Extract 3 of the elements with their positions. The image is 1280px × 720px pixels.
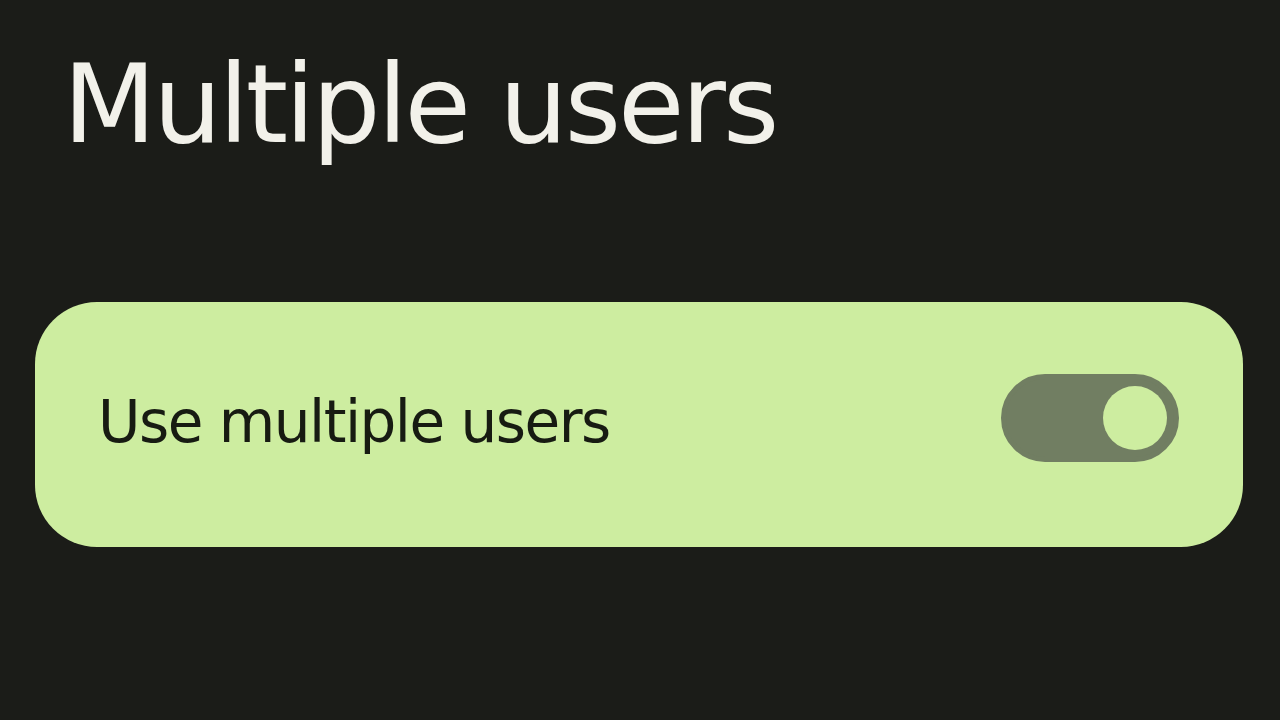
setting-label: Use multiple users [98, 388, 610, 458]
page-title: Multiple users [63, 41, 777, 169]
setting-card[interactable]: Use multiple users [35, 301, 1243, 547]
